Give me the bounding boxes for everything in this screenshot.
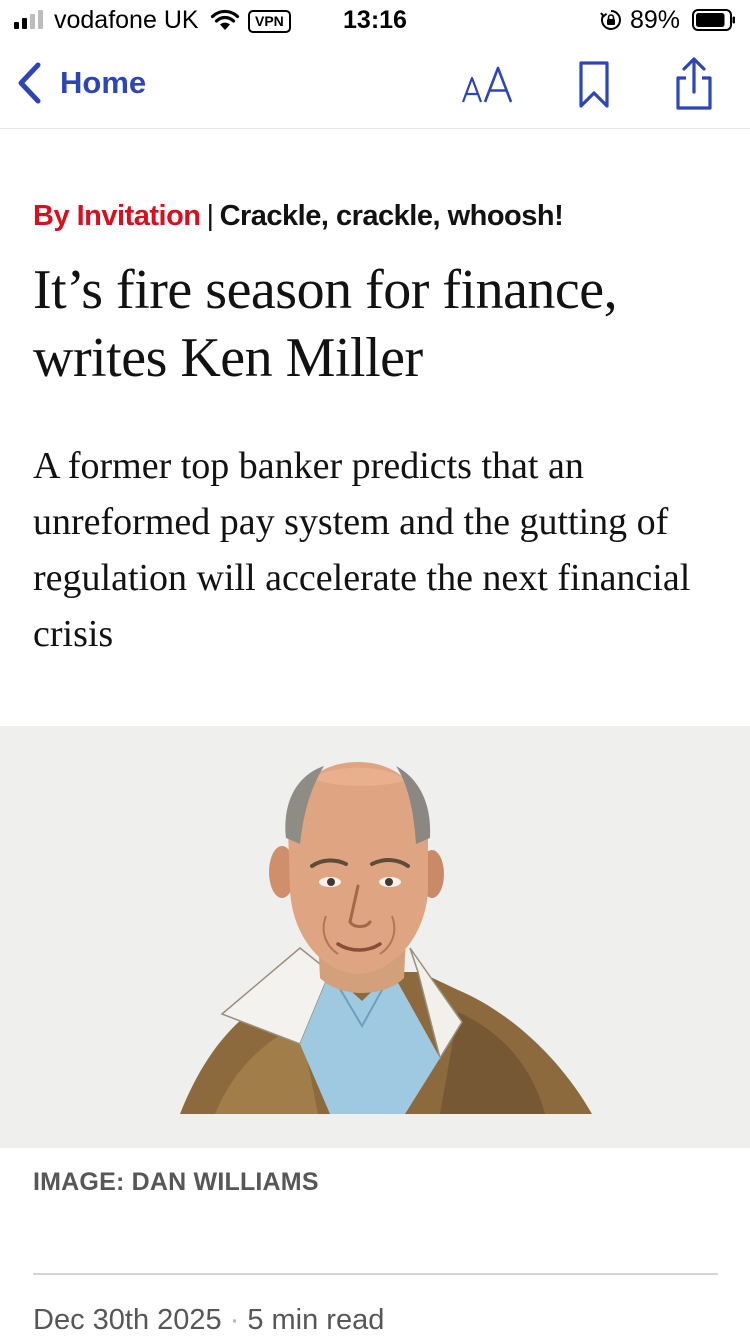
- author-portrait-illustration: [0, 726, 750, 1148]
- article-headline: It’s fire season for finance, writes Ken…: [33, 259, 618, 389]
- article-rubric: By Invitation | Crackle, crackle, whoosh!: [33, 200, 564, 233]
- back-label: Home: [60, 65, 147, 100]
- rubric-separator: |: [206, 200, 215, 232]
- battery-icon: [692, 9, 735, 31]
- back-button[interactable]: Home: [14, 60, 146, 106]
- image-credit: IMAGE: DAN WILLIAMS: [33, 1168, 319, 1196]
- divider: [33, 1273, 718, 1275]
- share-icon[interactable]: [670, 56, 718, 112]
- article-standfirst: A former top banker predicts that an unr…: [33, 445, 691, 655]
- publish-date: Dec 30th 2025: [33, 1304, 222, 1336]
- navigation-bar: Home: [0, 40, 750, 129]
- section-link[interactable]: By Invitation: [33, 200, 201, 232]
- meta-separator: ·: [229, 1304, 240, 1336]
- article-meta: Dec 30th 2025 · 5 min read: [33, 1304, 384, 1337]
- text-size-icon[interactable]: [460, 64, 520, 108]
- chevron-left-icon: [18, 62, 41, 104]
- bookmark-icon[interactable]: [576, 60, 612, 110]
- orientation-lock-icon: [600, 10, 621, 30]
- read-time: 5 min read: [247, 1304, 385, 1336]
- fly-title: Crackle, crackle, whoosh!: [219, 200, 564, 232]
- status-bar: vodafone UK VPN 13:16 89%: [0, 0, 750, 40]
- battery-percentage: 89%: [630, 6, 681, 34]
